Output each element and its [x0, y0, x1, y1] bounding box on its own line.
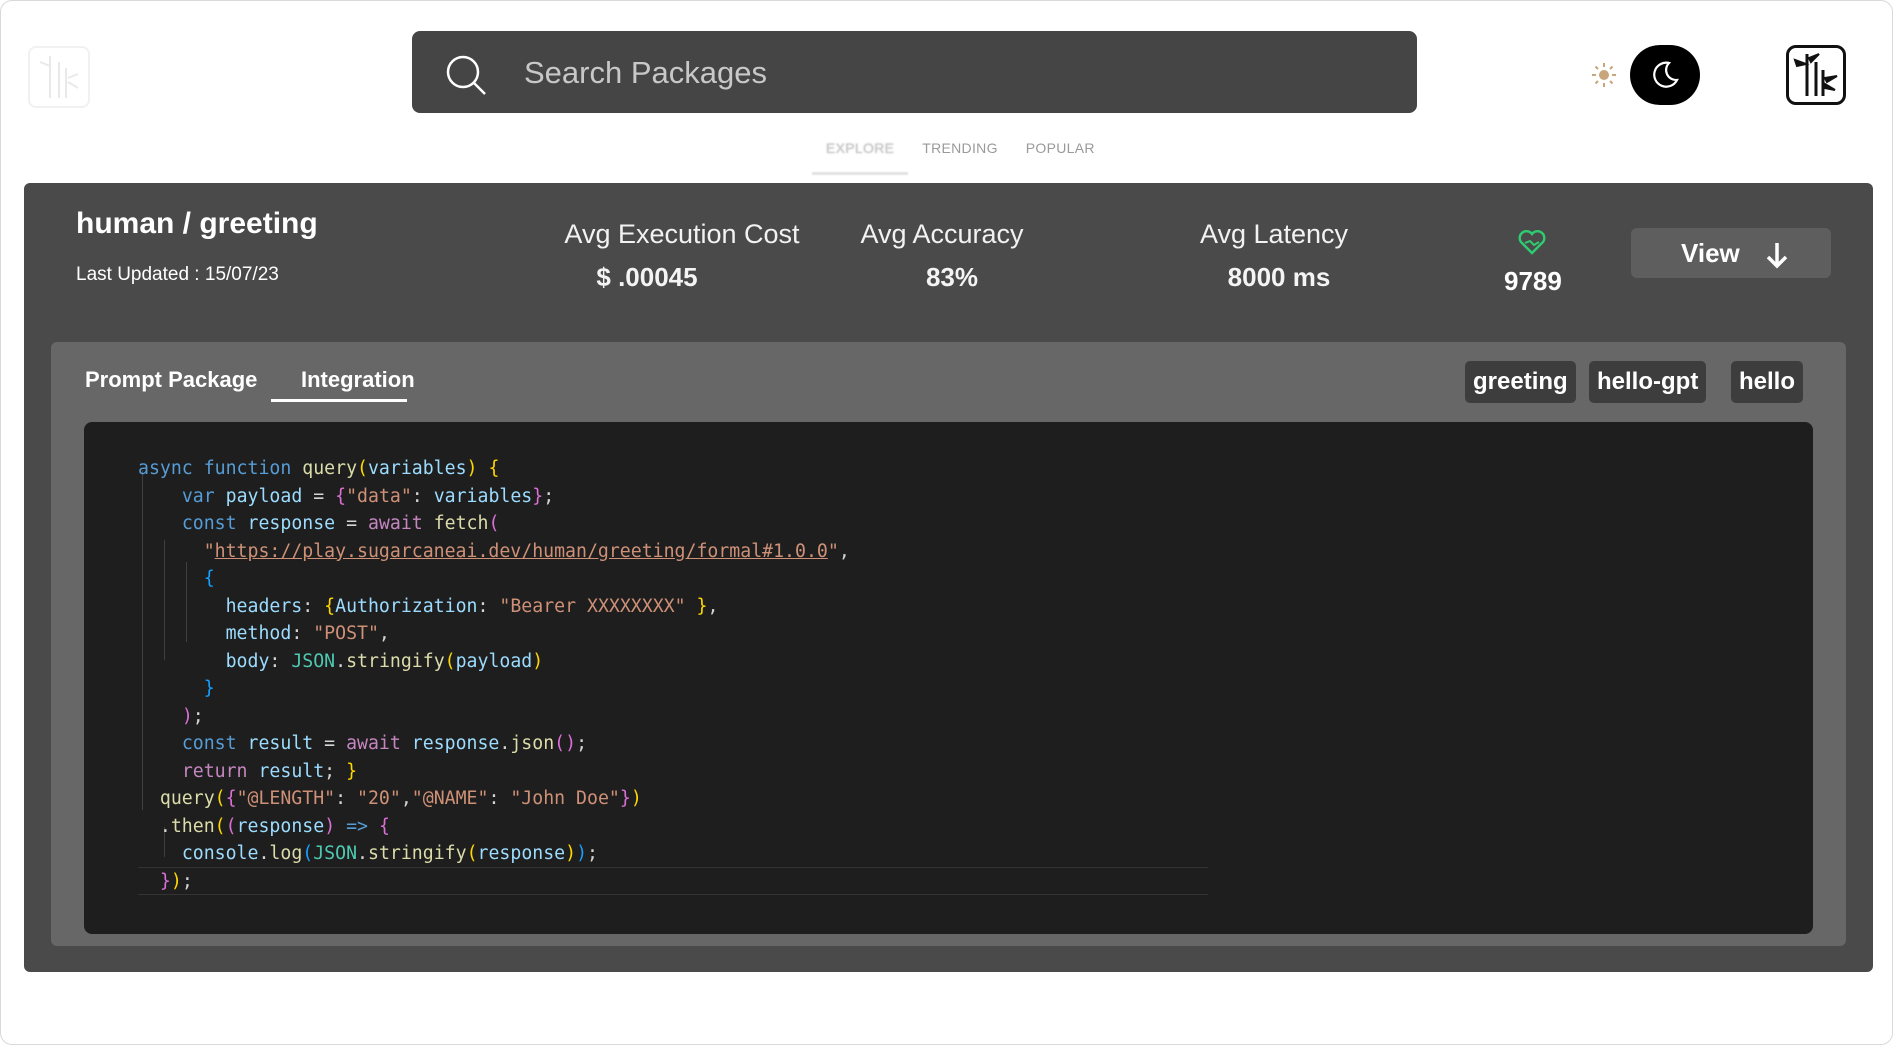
- last-updated-label: Last Updated :: [76, 264, 205, 285]
- package-detail-panel: Prompt Package Integration greeting hell…: [51, 342, 1846, 946]
- like-count: 9789: [1504, 266, 1562, 296]
- stat-value: $ .00045: [596, 262, 698, 292]
- tab-popular[interactable]: POPULAR: [1012, 138, 1109, 172]
- view-button-label: View: [1681, 238, 1740, 268]
- tag-chip[interactable]: hello: [1731, 361, 1804, 403]
- integration-code-block[interactable]: async function query(variables) { var pa…: [84, 422, 1813, 934]
- stat-label: Avg Execution Cost: [564, 219, 800, 249]
- last-updated-value: 15/07/23: [204, 264, 279, 285]
- stat-value: 83%: [925, 262, 979, 292]
- top-nav-tabs: EXPLORE TRENDING POPULAR: [812, 138, 1109, 175]
- tab-explore[interactable]: EXPLORE: [812, 138, 909, 175]
- tag-chip[interactable]: hello-gpt: [1589, 361, 1707, 403]
- stat-accuracy: Avg Accuracy 83%: [842, 219, 1042, 293]
- last-updated: Last Updated : 15/07/23: [76, 264, 279, 286]
- stat-value: 8000 ms: [1227, 262, 1331, 292]
- view-button[interactable]: View: [1631, 228, 1831, 278]
- arrow-down-icon: [1766, 243, 1788, 269]
- dark-mode-toggle[interactable]: [1630, 45, 1700, 105]
- package-card: human / greeting Last Updated : 15/07/23…: [24, 183, 1873, 972]
- stat-execution-cost: Avg Execution Cost $ .00045: [542, 219, 822, 293]
- search-icon: [446, 55, 486, 95]
- stat-label: Avg Latency: [1199, 219, 1349, 249]
- sun-icon[interactable]: [1592, 63, 1616, 87]
- tab-prompt-package[interactable]: Prompt Package: [85, 367, 257, 393]
- tab-integration[interactable]: Integration: [271, 367, 415, 402]
- tag-chip[interactable]: greeting: [1465, 361, 1576, 403]
- code-listing: async function query(variables) { var pa…: [138, 458, 850, 892]
- moon-icon: [1653, 61, 1679, 88]
- stat-label: Avg Accuracy: [860, 219, 1024, 249]
- search-bar[interactable]: [412, 31, 1417, 113]
- tab-trending[interactable]: TRENDING: [908, 138, 1012, 172]
- stat-latency: Avg Latency 8000 ms: [1174, 219, 1374, 293]
- bamboo-logo-icon[interactable]: [1786, 45, 1846, 105]
- search-input[interactable]: [522, 49, 1376, 97]
- endpoint-url[interactable]: https://play.sugarcaneai.dev/human/greet…: [215, 541, 828, 562]
- bamboo-logo-icon[interactable]: [28, 46, 90, 108]
- heart-icon[interactable]: [1518, 229, 1546, 255]
- package-title[interactable]: human / greeting: [76, 207, 318, 241]
